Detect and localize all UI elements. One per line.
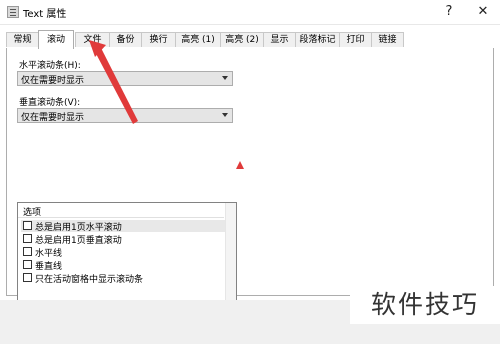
watermark: 软件技巧 [350,286,500,324]
arrow-shaft [93,42,138,124]
annotation-marker-icon [236,161,244,169]
tab-scroll[interactable]: 滚动 [38,30,74,49]
